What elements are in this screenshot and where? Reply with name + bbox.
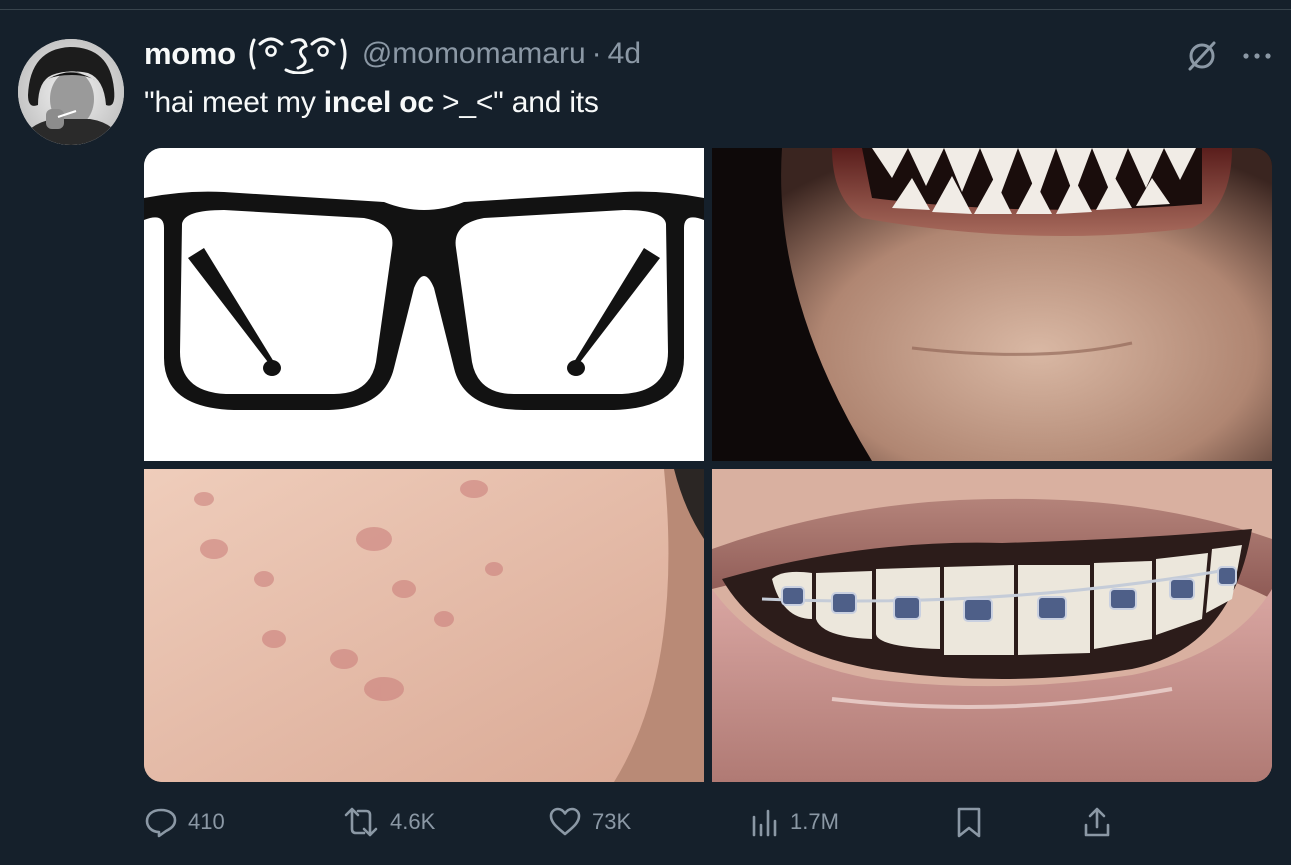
media-grid bbox=[144, 148, 1272, 782]
user-handle[interactable]: @momomamaru bbox=[362, 37, 586, 71]
bookmark-icon bbox=[957, 807, 981, 838]
timestamp[interactable]: 4d bbox=[608, 37, 641, 71]
tweet-text: "hai meet my incel oc >_<" and its bbox=[144, 86, 599, 120]
tweet-text-part: >_<" and its bbox=[433, 86, 599, 119]
tweet-text-part: "hai meet my bbox=[144, 86, 324, 119]
separator-dot: · bbox=[591, 37, 602, 70]
glasses-image[interactable] bbox=[144, 148, 704, 461]
heart-icon bbox=[549, 807, 581, 836]
reply-count: 410 bbox=[188, 809, 225, 834]
action-bar: 410 4.6K 73K 1.7M bbox=[144, 802, 1144, 842]
braces-image[interactable] bbox=[712, 469, 1272, 782]
top-right-actions bbox=[1184, 38, 1272, 74]
sharp-teeth-image[interactable] bbox=[712, 148, 1272, 461]
more-icon[interactable] bbox=[1242, 50, 1272, 62]
bookmark-button[interactable] bbox=[954, 802, 994, 842]
lenny-face-emoji bbox=[249, 37, 347, 74]
avatar[interactable] bbox=[18, 39, 124, 145]
acne-skin-image[interactable] bbox=[144, 469, 704, 782]
like-count: 73K bbox=[592, 809, 632, 834]
repost-icon bbox=[344, 807, 378, 837]
views-count: 1.7M bbox=[790, 809, 839, 834]
share-icon bbox=[1084, 807, 1110, 837]
reply-icon bbox=[145, 808, 177, 838]
reply-button[interactable]: 410 bbox=[144, 802, 225, 842]
repost-count: 4.6K bbox=[390, 809, 436, 834]
repost-button[interactable]: 4.6K bbox=[342, 802, 435, 842]
display-name[interactable]: momo bbox=[144, 36, 236, 72]
tweet-text-bold: incel oc bbox=[323, 86, 434, 119]
like-button[interactable]: 73K bbox=[548, 802, 631, 842]
tweet-header: momo @momomamaru · 4d bbox=[144, 34, 641, 74]
views-button[interactable]: 1.7M bbox=[750, 802, 839, 842]
grok-icon[interactable] bbox=[1184, 38, 1220, 74]
share-button[interactable] bbox=[1082, 802, 1122, 842]
top-divider bbox=[0, 9, 1291, 10]
views-icon bbox=[752, 809, 777, 837]
